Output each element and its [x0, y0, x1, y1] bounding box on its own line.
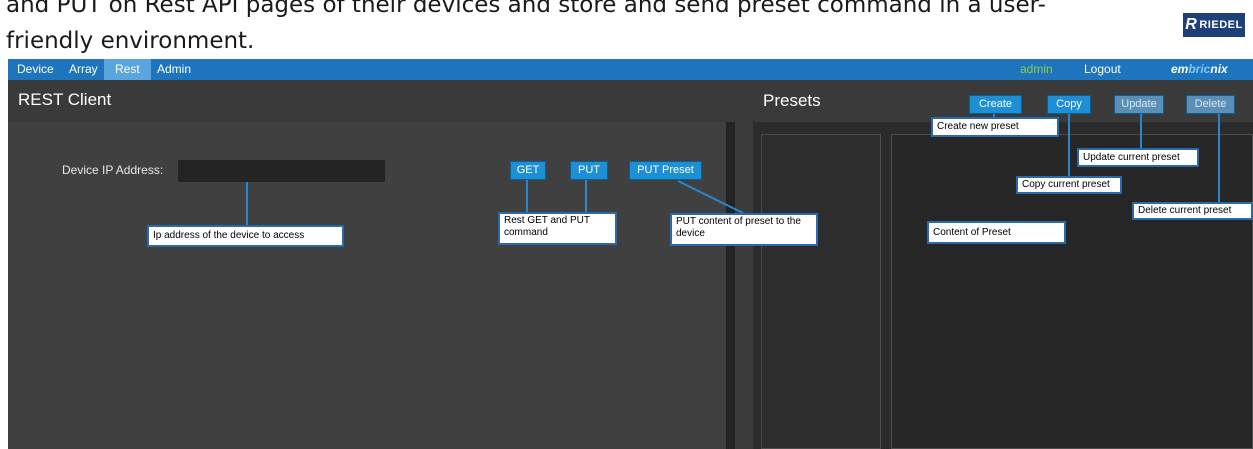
- annotation-ip-address: Ip address of the device to access: [147, 225, 344, 247]
- annotation-rest-command: Rest GET and PUT command: [498, 212, 617, 245]
- document-text-line: friendly environment.: [6, 28, 255, 54]
- riedel-logo-text: RIEDEL: [1199, 19, 1243, 31]
- annotation-delete-preset: Delete current preset: [1132, 202, 1253, 220]
- riedel-logo: R RIEDEL: [1183, 13, 1245, 37]
- annotation-leader-lines: [246, 114, 1220, 225]
- annotation-put-preset: PUT content of preset to the device: [670, 213, 818, 246]
- riedel-logo-mark: R: [1185, 16, 1198, 33]
- document-text-line: and PUT on Rest API pages of their devic…: [6, 0, 1046, 18]
- annotation-copy-preset: Copy current preset: [1016, 176, 1122, 194]
- annotation-preset-content: Content of Preset: [927, 221, 1066, 244]
- app-window: Device Array Rest Admin admin Logout emb…: [8, 59, 1253, 449]
- annotation-update-preset: Update current preset: [1077, 148, 1199, 167]
- annotation-create-preset: Create new preset: [931, 117, 1059, 137]
- leader-line: [677, 180, 744, 214]
